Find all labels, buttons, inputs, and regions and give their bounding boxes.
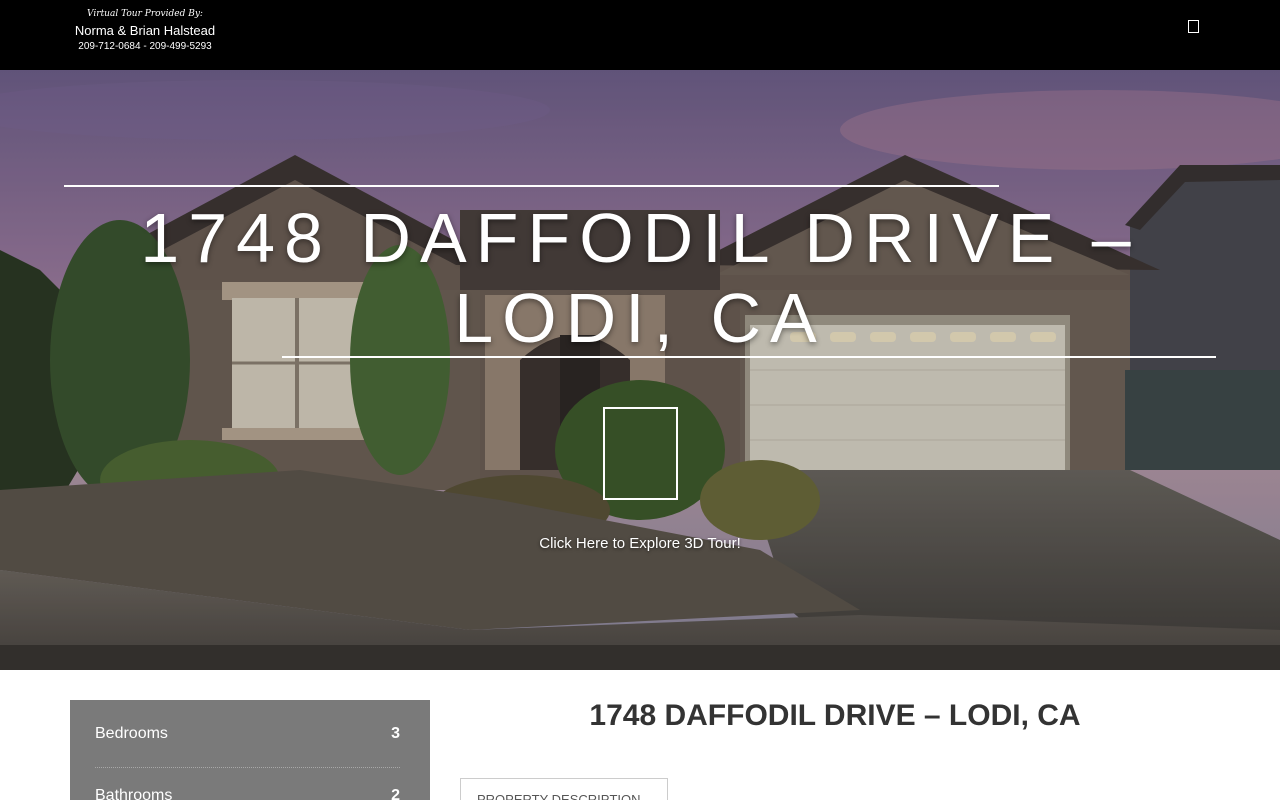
hero-title: 1748 DAFFODIL DRIVE – LODI, CA: [140, 199, 1140, 357]
explore-3d-tour-link[interactable]: Click Here to Explore 3D Tour!: [440, 535, 840, 552]
stat-row-bathrooms: Bathrooms 2: [95, 768, 400, 800]
title-rule-bottom: [282, 356, 1216, 358]
menu-icon[interactable]: [1188, 20, 1199, 33]
tab-property-description[interactable]: PROPERTY DESCRIPTION: [460, 778, 668, 800]
bedrooms-label: Bedrooms: [95, 724, 168, 742]
play-icon[interactable]: [603, 407, 678, 500]
agent-phone-numbers: 209-712-0684 - 209-499-5293: [78, 41, 212, 52]
property-title: 1748 DAFFODIL DRIVE – LODI, CA: [589, 699, 1081, 732]
top-header-bar: Virtual Tour Provided By: Norma & Brian …: [0, 0, 1280, 70]
bathrooms-value: 2: [391, 787, 400, 800]
agent-info: Virtual Tour Provided By: Norma & Brian …: [70, 8, 220, 54]
agent-name: Norma & Brian Halstead: [74, 23, 216, 38]
hero-house-photo: [0, 70, 1280, 670]
hero-banner: 1748 DAFFODIL DRIVE – LODI, CA Click Her…: [0, 70, 1280, 670]
bedrooms-value: 3: [391, 724, 400, 742]
stat-row-bedrooms: Bedrooms 3: [95, 700, 400, 768]
bathrooms-label: Bathrooms: [95, 787, 173, 800]
title-rule-top: [64, 185, 999, 187]
property-stats-panel: Bedrooms 3 Bathrooms 2: [70, 700, 430, 800]
tour-provider-tagline: Virtual Tour Provided By:: [87, 9, 203, 19]
